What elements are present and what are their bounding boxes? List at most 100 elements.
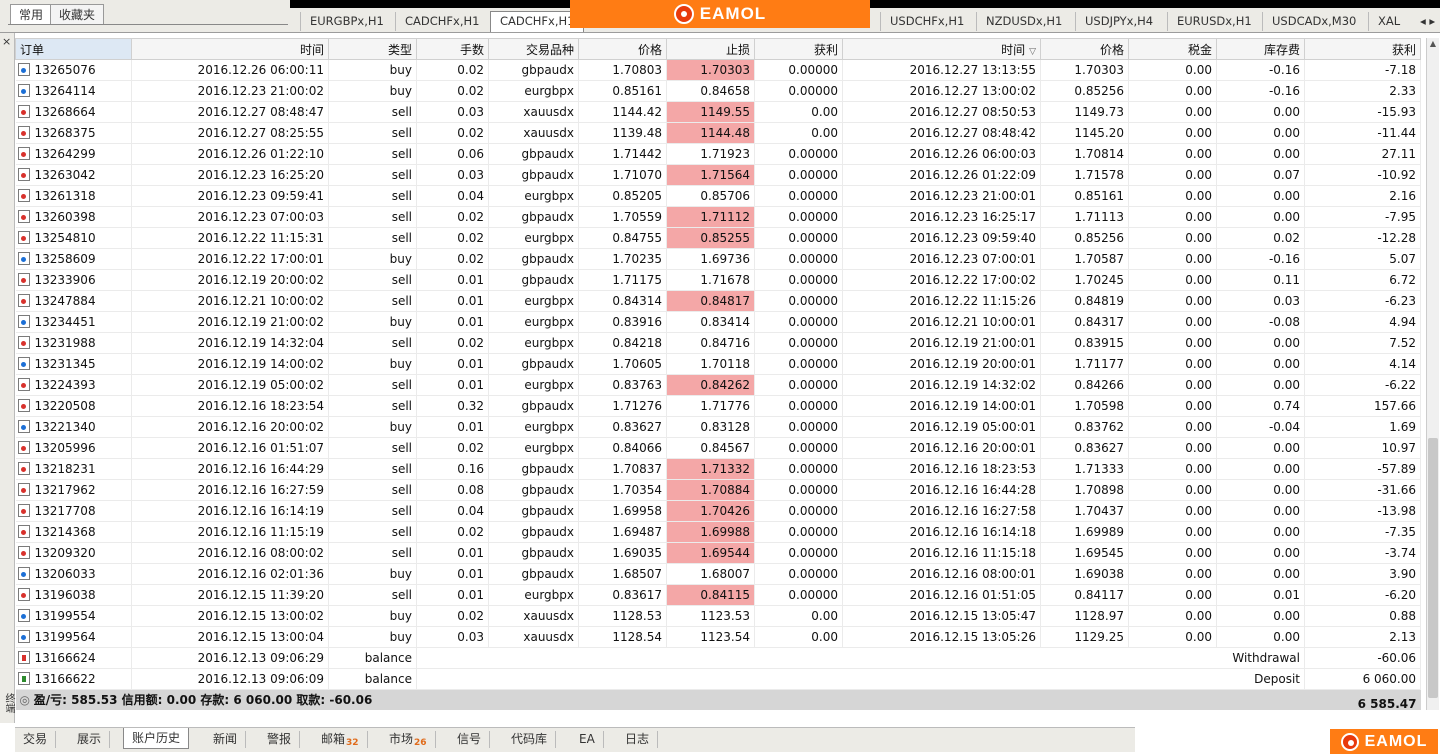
stop-loss-cell: 0.84658 [666, 80, 755, 102]
vertical-scrollbar[interactable]: ▲ [1426, 38, 1439, 710]
chart-tab[interactable]: XAL [1368, 12, 1410, 31]
profit-cell: -6.22 [1304, 374, 1421, 396]
table-row[interactable]: 13247884 2016.12.21 10:00:02 sell 0.01 eurgb… [15, 290, 1421, 312]
table-row[interactable]: 13264114 2016.12.23 21:00:02 buy 0.02 eurgbp… [15, 80, 1421, 102]
column-header-swap[interactable]: 库存费 [1216, 38, 1305, 60]
nav-tab-common[interactable]: 常用 [10, 4, 53, 25]
table-row[interactable]: 13254810 2016.12.22 11:15:31 sell 0.02 eurgb… [15, 227, 1421, 249]
profit-cell: 4.14 [1304, 353, 1421, 375]
close-time-cell: 2016.12.23 09:59:40 [842, 227, 1041, 249]
open-time-cell: 2016.12.22 17:00:01 [131, 248, 329, 270]
table-row[interactable]: 13205996 2016.12.16 01:51:07 sell 0.02 eurgb… [15, 437, 1421, 459]
column-header-open-time[interactable]: 时间 [131, 38, 329, 60]
nav-tab-favorites[interactable]: 收藏夹 [50, 4, 105, 25]
open-price-cell: 0.85205 [578, 185, 667, 207]
comment-cell: Deposit [416, 668, 1305, 690]
table-row[interactable]: 13214368 2016.12.16 11:15:19 sell 0.02 gbpau… [15, 521, 1421, 543]
sell-order-icon [17, 294, 30, 307]
balance-row[interactable]: 13166624 2016.12.13 09:06:29 balance Withdr… [15, 647, 1421, 669]
open-time-cell: 2016.12.13 09:06:29 [131, 647, 329, 669]
order-cell: 13231345 [15, 353, 132, 375]
chart-tab[interactable]: USDJPYx,H4 [1075, 12, 1163, 31]
chart-tab[interactable]: NZDUSDx,H1 [976, 12, 1072, 31]
table-row[interactable]: 13209320 2016.12.16 08:00:02 sell 0.01 gbpau… [15, 542, 1421, 564]
table-row[interactable]: 13199564 2016.12.15 13:00:04 buy 0.03 xauusd… [15, 626, 1421, 648]
table-row[interactable]: 13268375 2016.12.27 08:25:55 sell 0.02 xauus… [15, 122, 1421, 144]
bottom-tab[interactable]: 账户历史 [123, 728, 190, 749]
order-cell: 13221340 [15, 416, 132, 438]
stop-loss-cell: 1123.53 [666, 605, 755, 627]
column-header-profit[interactable]: 获利 [1304, 38, 1421, 60]
buy-order-icon [17, 357, 30, 370]
chart-tab[interactable]: CADCHFx,H1 [395, 12, 489, 31]
order-number: 13260398 [34, 210, 96, 224]
column-header-type[interactable]: 类型 [328, 38, 417, 60]
bottom-tab[interactable]: 市场26 [381, 731, 436, 748]
chart-tab[interactable]: EURGBPx,H1 [300, 12, 393, 31]
open-time-cell: 2016.12.27 08:48:47 [131, 101, 329, 123]
chart-tab[interactable]: USDCADx,M30 [1262, 12, 1366, 31]
balance-row[interactable]: 13166622 2016.12.13 09:06:09 balance Deposi… [15, 668, 1421, 690]
open-time-cell: 2016.12.23 16:25:20 [131, 164, 329, 186]
table-row[interactable]: 13206033 2016.12.16 02:01:36 buy 0.01 gbpaud… [15, 563, 1421, 585]
table-row[interactable]: 13258609 2016.12.22 17:00:01 buy 0.02 gbpaud… [15, 248, 1421, 270]
close-time-cell: 2016.12.16 20:00:01 [842, 437, 1041, 459]
table-row[interactable]: 13233906 2016.12.19 20:00:02 sell 0.01 gbpau… [15, 269, 1421, 291]
table-row[interactable]: 13231345 2016.12.19 14:00:02 buy 0.01 gbpaud… [15, 353, 1421, 375]
close-time-cell: 2016.12.16 16:14:18 [842, 521, 1041, 543]
column-header-take-profit[interactable]: 获利 [754, 38, 843, 60]
scroll-up-icon[interactable]: ▲ [1427, 38, 1439, 50]
symbol-cell: gbpaudx [488, 353, 579, 375]
table-row[interactable]: 13224393 2016.12.19 05:00:02 sell 0.01 eurgb… [15, 374, 1421, 396]
close-price-cell: 1.71113 [1040, 206, 1129, 228]
bottom-tab[interactable]: 交易 [15, 731, 57, 748]
table-row[interactable]: 13265076 2016.12.26 06:00:11 buy 0.02 gbpaud… [15, 59, 1421, 81]
profit-cell: -31.66 [1304, 479, 1421, 501]
bottom-tab[interactable]: 邮箱32 [313, 731, 368, 748]
table-row[interactable]: 13196038 2016.12.15 11:39:20 sell 0.01 eurgb… [15, 584, 1421, 606]
chart-tab[interactable]: USDCHFx,H1 [880, 12, 974, 31]
column-header-stop-loss[interactable]: 止损 [666, 38, 755, 60]
bottom-tab[interactable]: 代码库 [503, 731, 557, 748]
order-number: 13199554 [34, 609, 96, 623]
bottom-tab[interactable]: EA [571, 731, 604, 748]
table-row[interactable]: 13261318 2016.12.23 09:59:41 sell 0.04 eurgb… [15, 185, 1421, 207]
table-row[interactable]: 13217962 2016.12.16 16:27:59 sell 0.08 gbpau… [15, 479, 1421, 501]
column-header-tax[interactable]: 税金 [1128, 38, 1217, 60]
close-time-cell: 2016.12.16 08:00:01 [842, 563, 1041, 585]
open-price-cell: 1.71070 [578, 164, 667, 186]
table-row[interactable]: 13260398 2016.12.23 07:00:03 sell 0.02 gbpau… [15, 206, 1421, 228]
close-time-cell: 2016.12.19 14:00:01 [842, 395, 1041, 417]
table-row[interactable]: 13268664 2016.12.27 08:48:47 sell 0.03 xauus… [15, 101, 1421, 123]
tax-cell: 0.00 [1128, 563, 1217, 585]
table-row[interactable]: 13264299 2016.12.26 01:22:10 sell 0.06 gbpau… [15, 143, 1421, 165]
table-row[interactable]: 13221340 2016.12.16 20:00:02 buy 0.01 eurgbp… [15, 416, 1421, 438]
bottom-tab[interactable]: 新闻 [205, 731, 247, 748]
table-row[interactable]: 13199554 2016.12.15 13:00:02 buy 0.02 xauusd… [15, 605, 1421, 627]
table-row[interactable]: 13234451 2016.12.19 21:00:02 buy 0.01 eurgbp… [15, 311, 1421, 333]
table-row[interactable]: 13218231 2016.12.16 16:44:29 sell 0.16 gbpau… [15, 458, 1421, 480]
column-header-order[interactable]: 订单 [15, 38, 132, 60]
bottom-tab[interactable]: 日志 [617, 731, 659, 748]
close-icon[interactable]: × [2, 35, 11, 48]
column-header-close-time[interactable]: 时间 ▽ [842, 38, 1041, 60]
chart-tab[interactable]: EURUSDx,H1 [1167, 12, 1261, 31]
bottom-tab[interactable]: 警报 [259, 731, 301, 748]
table-row[interactable]: 13263042 2016.12.23 16:25:20 sell 0.03 gbpau… [15, 164, 1421, 186]
lots-cell: 0.02 [416, 122, 489, 144]
column-header-close-price[interactable]: 价格 [1040, 38, 1129, 60]
table-row[interactable]: 13217708 2016.12.16 16:14:19 sell 0.04 gbpau… [15, 500, 1421, 522]
column-header-open-price[interactable]: 价格 [578, 38, 667, 60]
order-number: 13196038 [34, 588, 96, 602]
column-header-symbol[interactable]: 交易品种 [488, 38, 579, 60]
close-price-cell: 1.70303 [1040, 59, 1129, 81]
table-row[interactable]: 13220508 2016.12.16 18:23:54 sell 0.32 gbpau… [15, 395, 1421, 417]
bottom-tab[interactable]: 信号 [449, 731, 491, 748]
tab-scroll-arrow-icon[interactable]: ◂ ▸ [1416, 12, 1440, 31]
order-number: 13247884 [34, 294, 96, 308]
order-cell: 13199564 [15, 626, 132, 648]
bottom-tab[interactable]: 展示 [69, 731, 111, 748]
column-header-lots[interactable]: 手数 [416, 38, 489, 60]
table-row[interactable]: 13231988 2016.12.19 14:32:04 sell 0.02 eurgb… [15, 332, 1421, 354]
scrollbar-thumb[interactable] [1428, 438, 1438, 698]
